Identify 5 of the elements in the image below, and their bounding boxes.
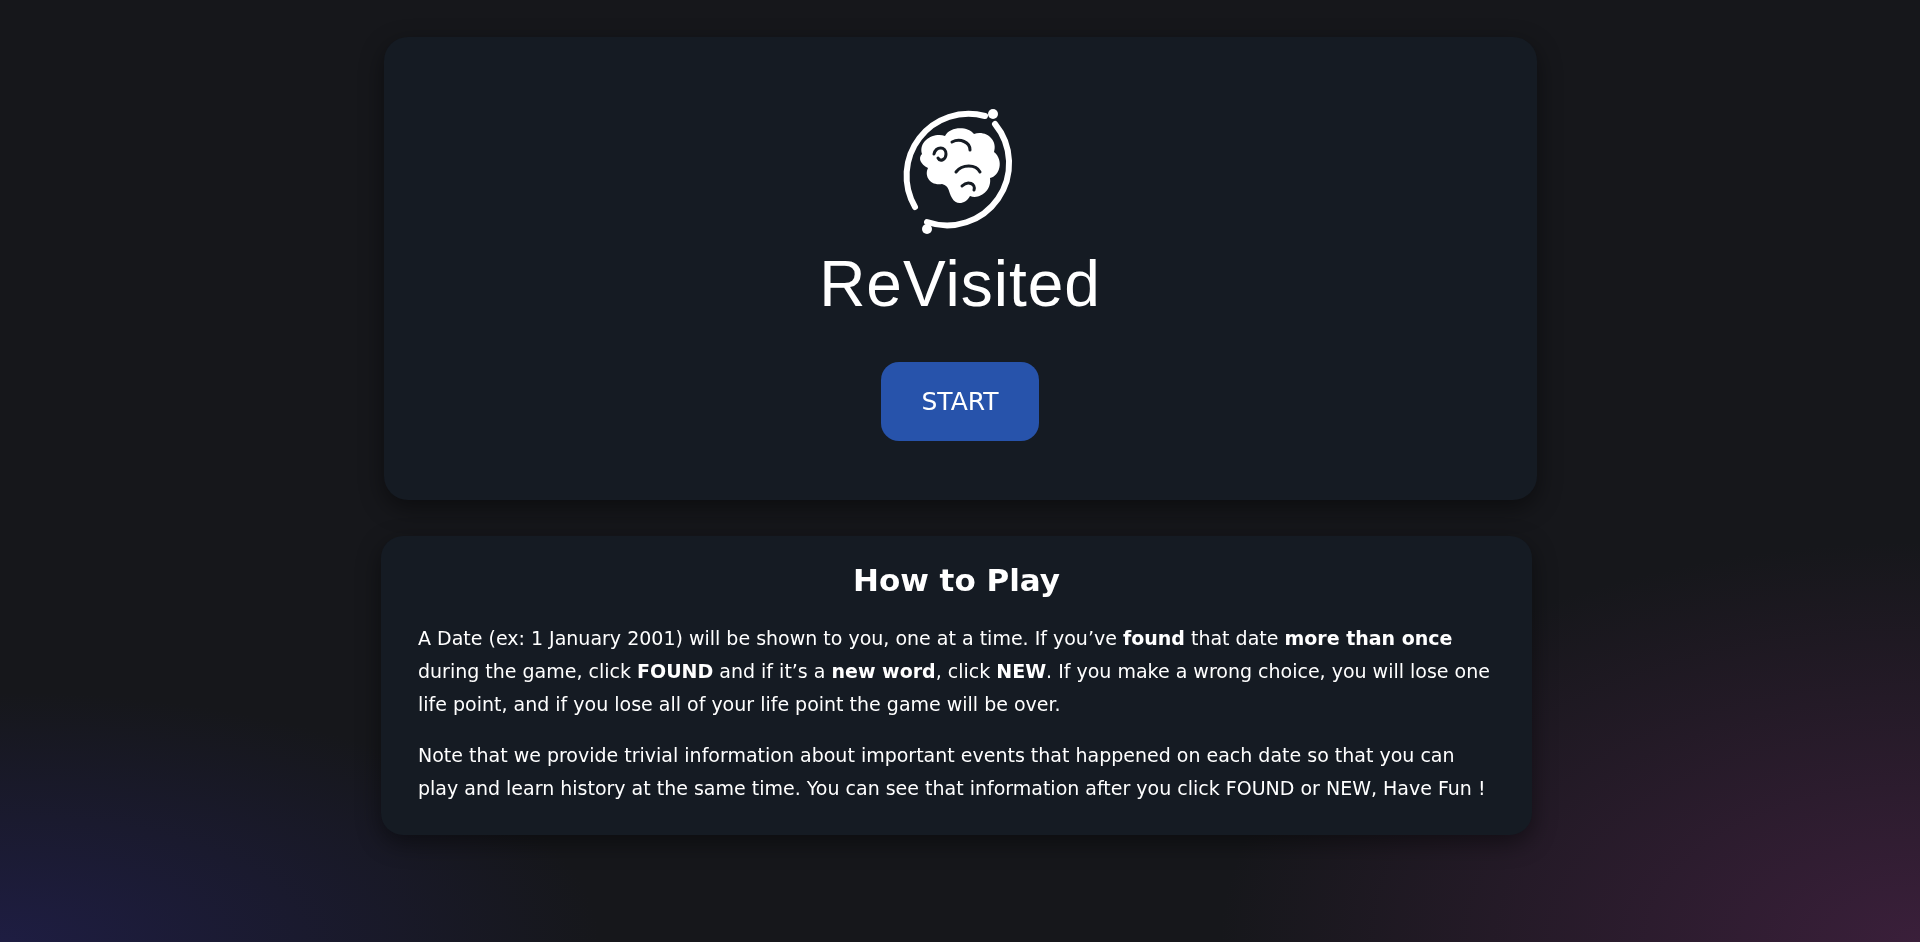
instructions-paragraph: A Date (ex: 1 January 2001) will be shown to you, one at a time. If you’ve found that date more than once during the game, click FOUND and if it’s a new word, click NEW. If you make a wrong choice, you will lose one life point, and if you lose all of your life point the game will be over.: [418, 626, 1491, 717]
start-button[interactable]: START: [881, 362, 1039, 441]
instructions-paragraph: Note that we provide trivial information about important events that happened on each date so that you can play and learn history at the same time. You can see that information after you click FOUND or NEW, Have Fun !: [418, 743, 1487, 801]
section-heading: How to Play: [851, 562, 1062, 598]
app-title: ReVisited: [819, 252, 1101, 316]
